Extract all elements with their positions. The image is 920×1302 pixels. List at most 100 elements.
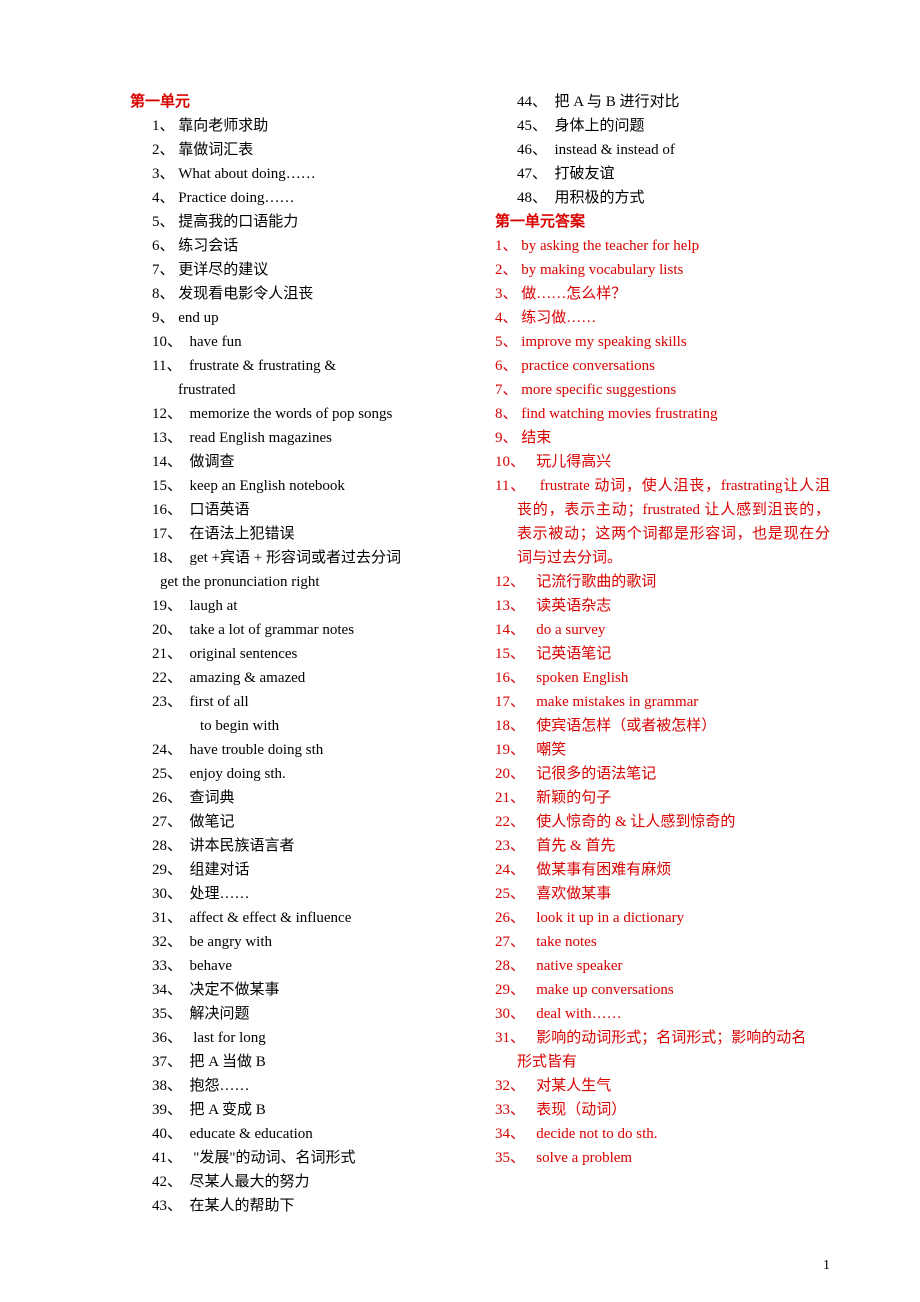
item-text: 玩儿得高兴 bbox=[536, 454, 611, 470]
item-text: 打破友谊 bbox=[555, 166, 615, 182]
list-item: 13、 读英语杂志 bbox=[495, 594, 830, 618]
item-text: 靠做词汇表 bbox=[178, 142, 253, 158]
item-text: frustrate & frustrating & bbox=[189, 358, 336, 374]
list-item: 30、 deal with…… bbox=[495, 1002, 830, 1026]
list-item: 18、 使宾语怎样（或者被怎样） bbox=[495, 714, 830, 738]
item-text: 做笔记 bbox=[190, 814, 235, 830]
item-text: 喜欢做某事 bbox=[536, 886, 611, 902]
item-text: deal with…… bbox=[536, 1006, 621, 1022]
list-item: 29、 make up conversations bbox=[495, 978, 830, 1002]
item-text: get +宾语 + 形容词或者过去分词 bbox=[190, 550, 402, 566]
list-item-cont: frustrated bbox=[130, 378, 465, 402]
item-text: 使人惊奇的 & 让人感到惊奇的 bbox=[536, 814, 735, 830]
list-item: 25、 喜欢做某事 bbox=[495, 882, 830, 906]
list-item: 34、 决定不做某事 bbox=[130, 978, 465, 1002]
item-text: educate & education bbox=[190, 1126, 313, 1142]
list-item: 42、 尽某人最大的努力 bbox=[130, 1170, 465, 1194]
item-text: 提高我的口语能力 bbox=[178, 214, 298, 230]
item-text: 处理…… bbox=[190, 886, 250, 902]
list-item: 46、 instead & instead of bbox=[495, 138, 830, 162]
list-item: 36、 last for long bbox=[130, 1026, 465, 1050]
list-item: 1、 靠向老师求助 bbox=[130, 114, 465, 138]
page-number: 1 bbox=[823, 1255, 830, 1277]
item-text: 组建对话 bbox=[190, 862, 250, 878]
list-item: 39、 把 A 变成 B bbox=[130, 1098, 465, 1122]
list-item: 6、 练习会话 bbox=[130, 234, 465, 258]
list-item: 20、 记很多的语法笔记 bbox=[495, 762, 830, 786]
list-item: 4、 练习做…… bbox=[495, 306, 830, 330]
list-item: 35、 解决问题 bbox=[130, 1002, 465, 1026]
item-text: enjoy doing sth. bbox=[190, 766, 286, 782]
list-item: 31、 影响的动词形式；名词形式；影响的动名 bbox=[495, 1026, 830, 1050]
list-item: 3、 做……怎么样？ bbox=[495, 282, 830, 306]
item-text: look it up in a dictionary bbox=[536, 910, 684, 926]
answers-heading: 第一单元答案 bbox=[495, 210, 830, 234]
item-text: 身体上的问题 bbox=[555, 118, 645, 134]
list-item: 47、 打破友谊 bbox=[495, 162, 830, 186]
list-item-cont: 形式皆有 bbox=[495, 1050, 830, 1074]
list-item: 27、 做笔记 bbox=[130, 810, 465, 834]
item-text: frustrate 动词，使人沮丧，frastrating让人沮丧的，表示主动；… bbox=[517, 478, 830, 566]
item-text: amazing & amazed bbox=[190, 670, 306, 686]
item-text: 记英语笔记 bbox=[536, 646, 611, 662]
list-item: 14、 do a survey bbox=[495, 618, 830, 642]
list-item: 24、 做某事有困难有麻烦 bbox=[495, 858, 830, 882]
item-text: have fun bbox=[190, 334, 242, 350]
item-text: 对某人生气 bbox=[536, 1078, 611, 1094]
item-text: memorize the words of pop songs bbox=[190, 406, 393, 422]
item-text: take notes bbox=[536, 934, 596, 950]
list-item: 26、 查词典 bbox=[130, 786, 465, 810]
item-text: make mistakes in grammar bbox=[536, 694, 698, 710]
item-text: end up bbox=[178, 310, 218, 326]
list-item: 6、 practice conversations bbox=[495, 354, 830, 378]
item-text: 记流行歌曲的歌词 bbox=[536, 574, 656, 590]
list-item: 16、 口语英语 bbox=[130, 498, 465, 522]
list-item: 30、 处理…… bbox=[130, 882, 465, 906]
list-item: 37、 把 A 当做 B bbox=[130, 1050, 465, 1074]
item-text: spoken English bbox=[536, 670, 628, 686]
item-text: 口语英语 bbox=[190, 502, 250, 518]
list-item: 7、 more specific suggestions bbox=[495, 378, 830, 402]
list-item: 22、 使人惊奇的 & 让人感到惊奇的 bbox=[495, 810, 830, 834]
item-text: have trouble doing sth bbox=[190, 742, 324, 758]
list-item: 16、 spoken English bbox=[495, 666, 830, 690]
item-text: more specific suggestions bbox=[521, 382, 676, 398]
list-item: 12、 memorize the words of pop songs bbox=[130, 402, 465, 426]
list-item: 25、 enjoy doing sth. bbox=[130, 762, 465, 786]
page: 第一单元 1、 靠向老师求助 2、 靠做词汇表 3、 What about do… bbox=[0, 0, 920, 1302]
item-text: 练习会话 bbox=[178, 238, 238, 254]
list-item: 21、 新颖的句子 bbox=[495, 786, 830, 810]
list-item: 26、 look it up in a dictionary bbox=[495, 906, 830, 930]
list-item: 40、 educate & education bbox=[130, 1122, 465, 1146]
list-item: 8、 find watching movies frustrating bbox=[495, 402, 830, 426]
item-text: keep an English notebook bbox=[190, 478, 345, 494]
item-text: 用积极的方式 bbox=[555, 190, 645, 206]
item-text: decide not to do sth. bbox=[536, 1126, 657, 1142]
item-text: read English magazines bbox=[190, 430, 332, 446]
list-item: 1、 by asking the teacher for help bbox=[495, 234, 830, 258]
list-item: 43、 在某人的帮助下 bbox=[130, 1194, 465, 1218]
list-item: 29、 组建对话 bbox=[130, 858, 465, 882]
list-item: 9、 end up bbox=[130, 306, 465, 330]
list-item: 5、 提高我的口语能力 bbox=[130, 210, 465, 234]
item-text: 读英语杂志 bbox=[536, 598, 611, 614]
list-item: 18、 get +宾语 + 形容词或者过去分词 bbox=[130, 546, 465, 570]
content-columns: 第一单元 1、 靠向老师求助 2、 靠做词汇表 3、 What about do… bbox=[130, 90, 830, 1240]
list-item: 15、 记英语笔记 bbox=[495, 642, 830, 666]
item-text: 做调查 bbox=[190, 454, 235, 470]
item-text: What about doing…… bbox=[178, 166, 315, 182]
item-text: laugh at bbox=[190, 598, 238, 614]
item-text: 把 A 变成 B bbox=[190, 1102, 266, 1118]
item-text: instead & instead of bbox=[555, 142, 675, 158]
item-text: 使宾语怎样（或者被怎样） bbox=[536, 718, 716, 734]
list-item: 28、 native speaker bbox=[495, 954, 830, 978]
list-item-cont: get the pronunciation right bbox=[130, 570, 465, 594]
item-text: 尽某人最大的努力 bbox=[190, 1174, 310, 1190]
list-item: 33、 表现（动词） bbox=[495, 1098, 830, 1122]
item-text: 更详尽的建议 bbox=[178, 262, 268, 278]
list-item: 28、 讲本民族语言者 bbox=[130, 834, 465, 858]
list-item: 3、 What about doing…… bbox=[130, 162, 465, 186]
list-item: 2、 靠做词汇表 bbox=[130, 138, 465, 162]
item-text: 把 A 与 B 进行对比 bbox=[555, 94, 680, 110]
list-item: 33、 behave bbox=[130, 954, 465, 978]
